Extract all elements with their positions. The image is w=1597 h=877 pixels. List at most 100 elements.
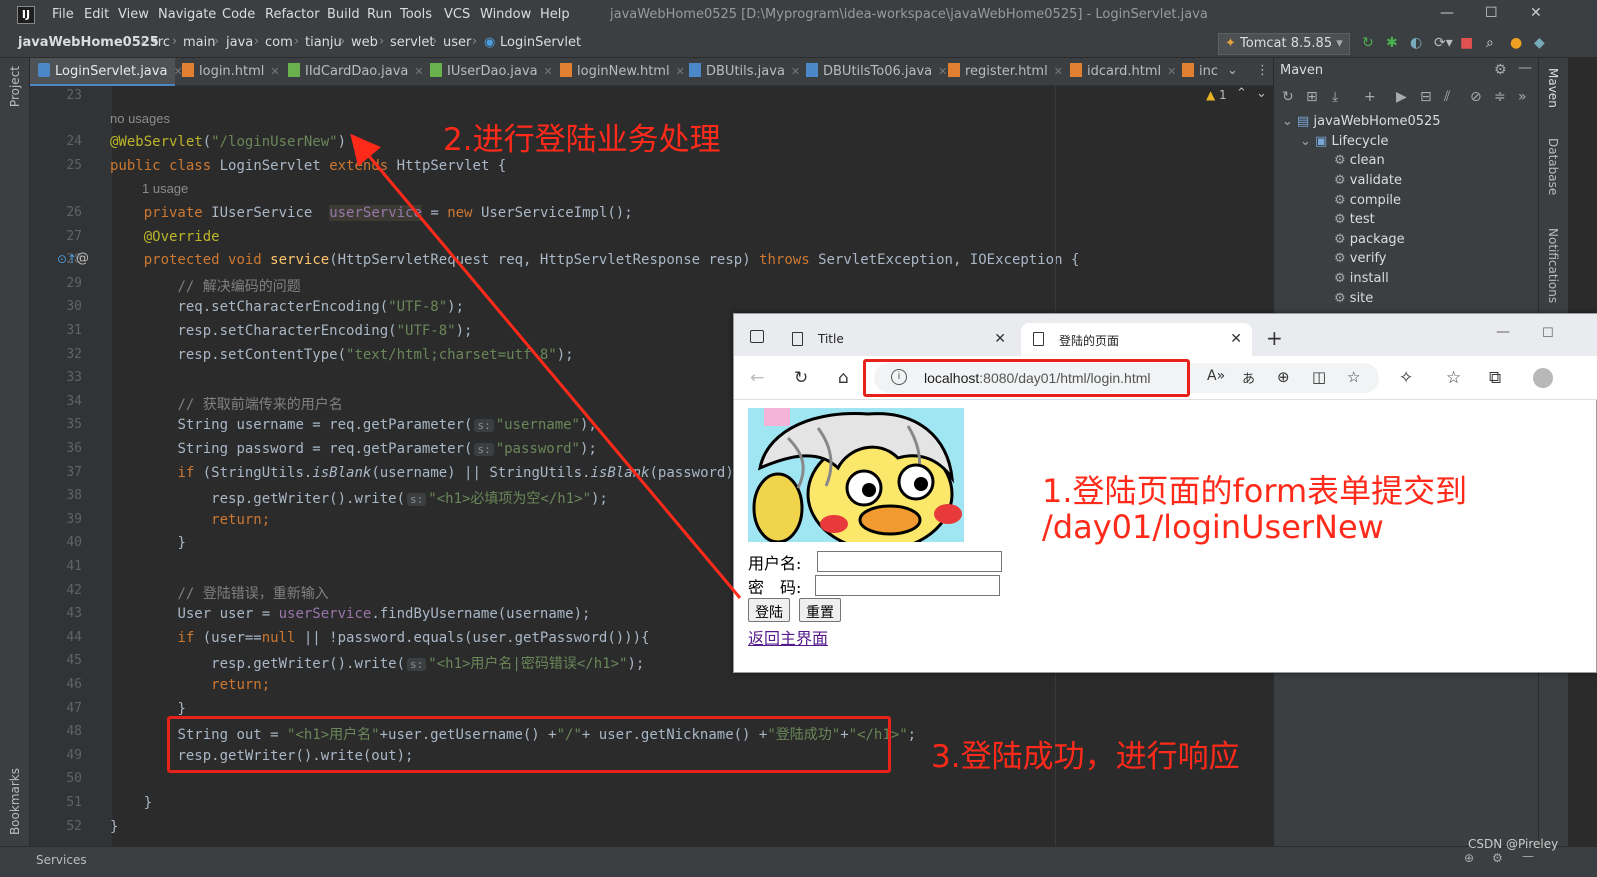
add-favorite-icon[interactable]: ☆: [1347, 368, 1360, 386]
menu-tools[interactable]: Tools: [400, 7, 432, 22]
tab-loginservlet[interactable]: LoginServlet.java ✕: [30, 58, 183, 86]
menu-view[interactable]: View: [118, 7, 149, 22]
maven-phase-clean[interactable]: ⚙ clean: [1334, 153, 1385, 168]
menu-refactor[interactable]: Refactor: [265, 7, 320, 22]
menu-window[interactable]: Window: [480, 7, 531, 22]
maximize-icon[interactable]: ☐: [1485, 5, 1498, 21]
more-icon[interactable]: »: [1518, 89, 1527, 105]
password-input[interactable]: [815, 575, 1000, 596]
run-configuration-select[interactable]: ✦ Tomcat 8.5.85 ▾: [1218, 33, 1350, 55]
maximize-icon[interactable]: ☐: [1542, 326, 1554, 341]
username-input[interactable]: [817, 551, 1002, 572]
skip-tests-icon[interactable]: ⊘: [1470, 89, 1482, 105]
split-screen-icon[interactable]: ◫: [1312, 368, 1326, 386]
tabs-overflow-icon[interactable]: ⌄: [1227, 58, 1238, 86]
back-icon[interactable]: ←: [750, 368, 764, 388]
usages-hint[interactable]: 1 usage: [142, 181, 188, 196]
usages-hint[interactable]: no usages: [110, 111, 170, 126]
crumb-user[interactable]: user: [443, 35, 471, 50]
override-gutter-icon[interactable]: ⊙↑: [57, 252, 77, 266]
crumb-web[interactable]: web: [351, 35, 378, 50]
close-tab-icon[interactable]: ✕: [544, 65, 553, 78]
settings-gear-icon[interactable]: ⚙: [1492, 851, 1503, 865]
hide-panel-icon[interactable]: —: [1522, 849, 1534, 863]
tab-register-html[interactable]: register.html ✕: [948, 58, 1063, 86]
tab-inc[interactable]: inc: [1182, 58, 1218, 86]
stop-icon[interactable]: ■: [1460, 35, 1473, 51]
collapse-all-icon[interactable]: ≑: [1494, 89, 1506, 105]
favorites-icon[interactable]: ☆: [1446, 368, 1461, 388]
menu-code[interactable]: Code: [222, 7, 255, 22]
maven-phase-compile[interactable]: ⚙ compile: [1334, 193, 1401, 208]
download-icon[interactable]: ⤓: [1332, 89, 1338, 105]
close-tab-icon[interactable]: ✕: [676, 65, 685, 78]
maven-lifecycle-node[interactable]: ⌄ ▣ Lifecycle: [1300, 134, 1389, 149]
services-tab[interactable]: Services: [36, 853, 87, 867]
warning-icon[interactable]: ▲: [1206, 88, 1215, 102]
extensions-icon[interactable]: ✧: [1399, 368, 1413, 388]
minimize-icon[interactable]: —: [1496, 324, 1510, 340]
add-icon[interactable]: +: [1364, 89, 1376, 105]
close-window-icon[interactable]: ✕: [1530, 5, 1542, 21]
crumb-main[interactable]: main: [183, 35, 215, 50]
collections-icon[interactable]: ⧉: [1489, 368, 1501, 388]
settings-icon[interactable]: ◆: [1534, 35, 1545, 51]
maven-tool-button[interactable]: Maven: [1546, 68, 1560, 108]
tab-iidcarddao[interactable]: IIdCardDao.java ✕: [288, 58, 424, 86]
tab-login-html[interactable]: login.html ✕: [182, 58, 280, 86]
update-icon[interactable]: ●: [1510, 35, 1522, 51]
execute-goal-icon[interactable]: ⫽: [1444, 89, 1450, 105]
crumb-servlet[interactable]: servlet: [390, 35, 435, 50]
close-tab-icon[interactable]: ✕: [1167, 65, 1176, 78]
crumb-class[interactable]: LoginServlet: [500, 35, 581, 50]
translate-icon[interactable]: あ: [1242, 368, 1255, 387]
reload-icon[interactable]: ↻: [1282, 89, 1294, 105]
back-to-main-link[interactable]: 返回主界面: [748, 625, 828, 649]
crumb-project[interactable]: javaWebHome0525: [18, 35, 159, 50]
close-tab-icon[interactable]: ✕: [414, 65, 423, 78]
refresh-icon[interactable]: ↻: [794, 368, 808, 388]
bookmarks-tool-button[interactable]: Bookmarks: [8, 768, 22, 835]
menu-build[interactable]: Build: [327, 7, 360, 22]
profiler-icon[interactable]: ⟳▾: [1434, 35, 1453, 51]
tab-idcard-html[interactable]: idcard.html ✕: [1070, 58, 1176, 86]
close-tab-icon[interactable]: ✕: [938, 65, 947, 78]
more-options-icon[interactable]: ⋮: [1256, 58, 1269, 86]
tab-dbutils[interactable]: DBUtils.java ✕: [689, 58, 800, 86]
reset-button[interactable]: 重置: [799, 598, 841, 622]
maven-project-node[interactable]: ⌄ ▤ javaWebHome0525: [1282, 114, 1441, 129]
hide-panel-icon[interactable]: —: [1518, 60, 1532, 76]
menu-navigate[interactable]: Navigate: [158, 7, 216, 22]
close-tab-icon[interactable]: ✕: [791, 65, 800, 78]
crumb-src[interactable]: src: [151, 35, 170, 50]
menu-edit[interactable]: Edit: [84, 7, 109, 22]
menu-file[interactable]: File: [52, 7, 74, 22]
project-tool-button[interactable]: Project: [8, 66, 22, 107]
debug-icon[interactable]: ✱: [1386, 35, 1398, 51]
maven-phase-install[interactable]: ⚙ install: [1334, 271, 1389, 286]
maven-phase-validate[interactable]: ⚙ validate: [1334, 173, 1402, 188]
read-aloud-icon[interactable]: A»: [1207, 368, 1225, 384]
tab-loginnew-html[interactable]: loginNew.html ✕: [560, 58, 685, 86]
run-maven-icon[interactable]: ▶: [1396, 89, 1407, 105]
notifications-tool-button[interactable]: Notifications: [1546, 228, 1560, 303]
toggle-offline-icon[interactable]: ⊟: [1420, 89, 1432, 105]
maven-phase-verify[interactable]: ⚙ verify: [1334, 251, 1387, 266]
browser-tab-login[interactable]: 登陆的页面 ✕: [1021, 323, 1252, 356]
warning-count[interactable]: 1: [1219, 88, 1227, 102]
menu-run[interactable]: Run: [367, 7, 392, 22]
close-tab-icon[interactable]: ✕: [1054, 65, 1063, 78]
profile-avatar[interactable]: [1533, 368, 1553, 388]
login-button[interactable]: 登陆: [748, 598, 790, 622]
rerun-icon[interactable]: ↻: [1362, 35, 1374, 51]
browser-tab-title[interactable]: Title ✕: [780, 323, 1016, 356]
add-folder-icon[interactable]: ⊞: [1306, 89, 1318, 105]
coverage-icon[interactable]: ◐: [1410, 35, 1422, 51]
search-icon[interactable]: ⌕: [1486, 35, 1494, 51]
close-tab-icon[interactable]: ✕: [1230, 331, 1242, 347]
database-tool-button[interactable]: Database: [1546, 138, 1560, 195]
tab-dbutilsto06[interactable]: DBUtilsTo06.java ✕: [806, 58, 947, 86]
maven-phase-site[interactable]: ⚙ site: [1334, 291, 1373, 306]
close-tab-icon[interactable]: ✕: [994, 331, 1006, 347]
next-highlight-icon[interactable]: ⌄: [1256, 86, 1267, 101]
